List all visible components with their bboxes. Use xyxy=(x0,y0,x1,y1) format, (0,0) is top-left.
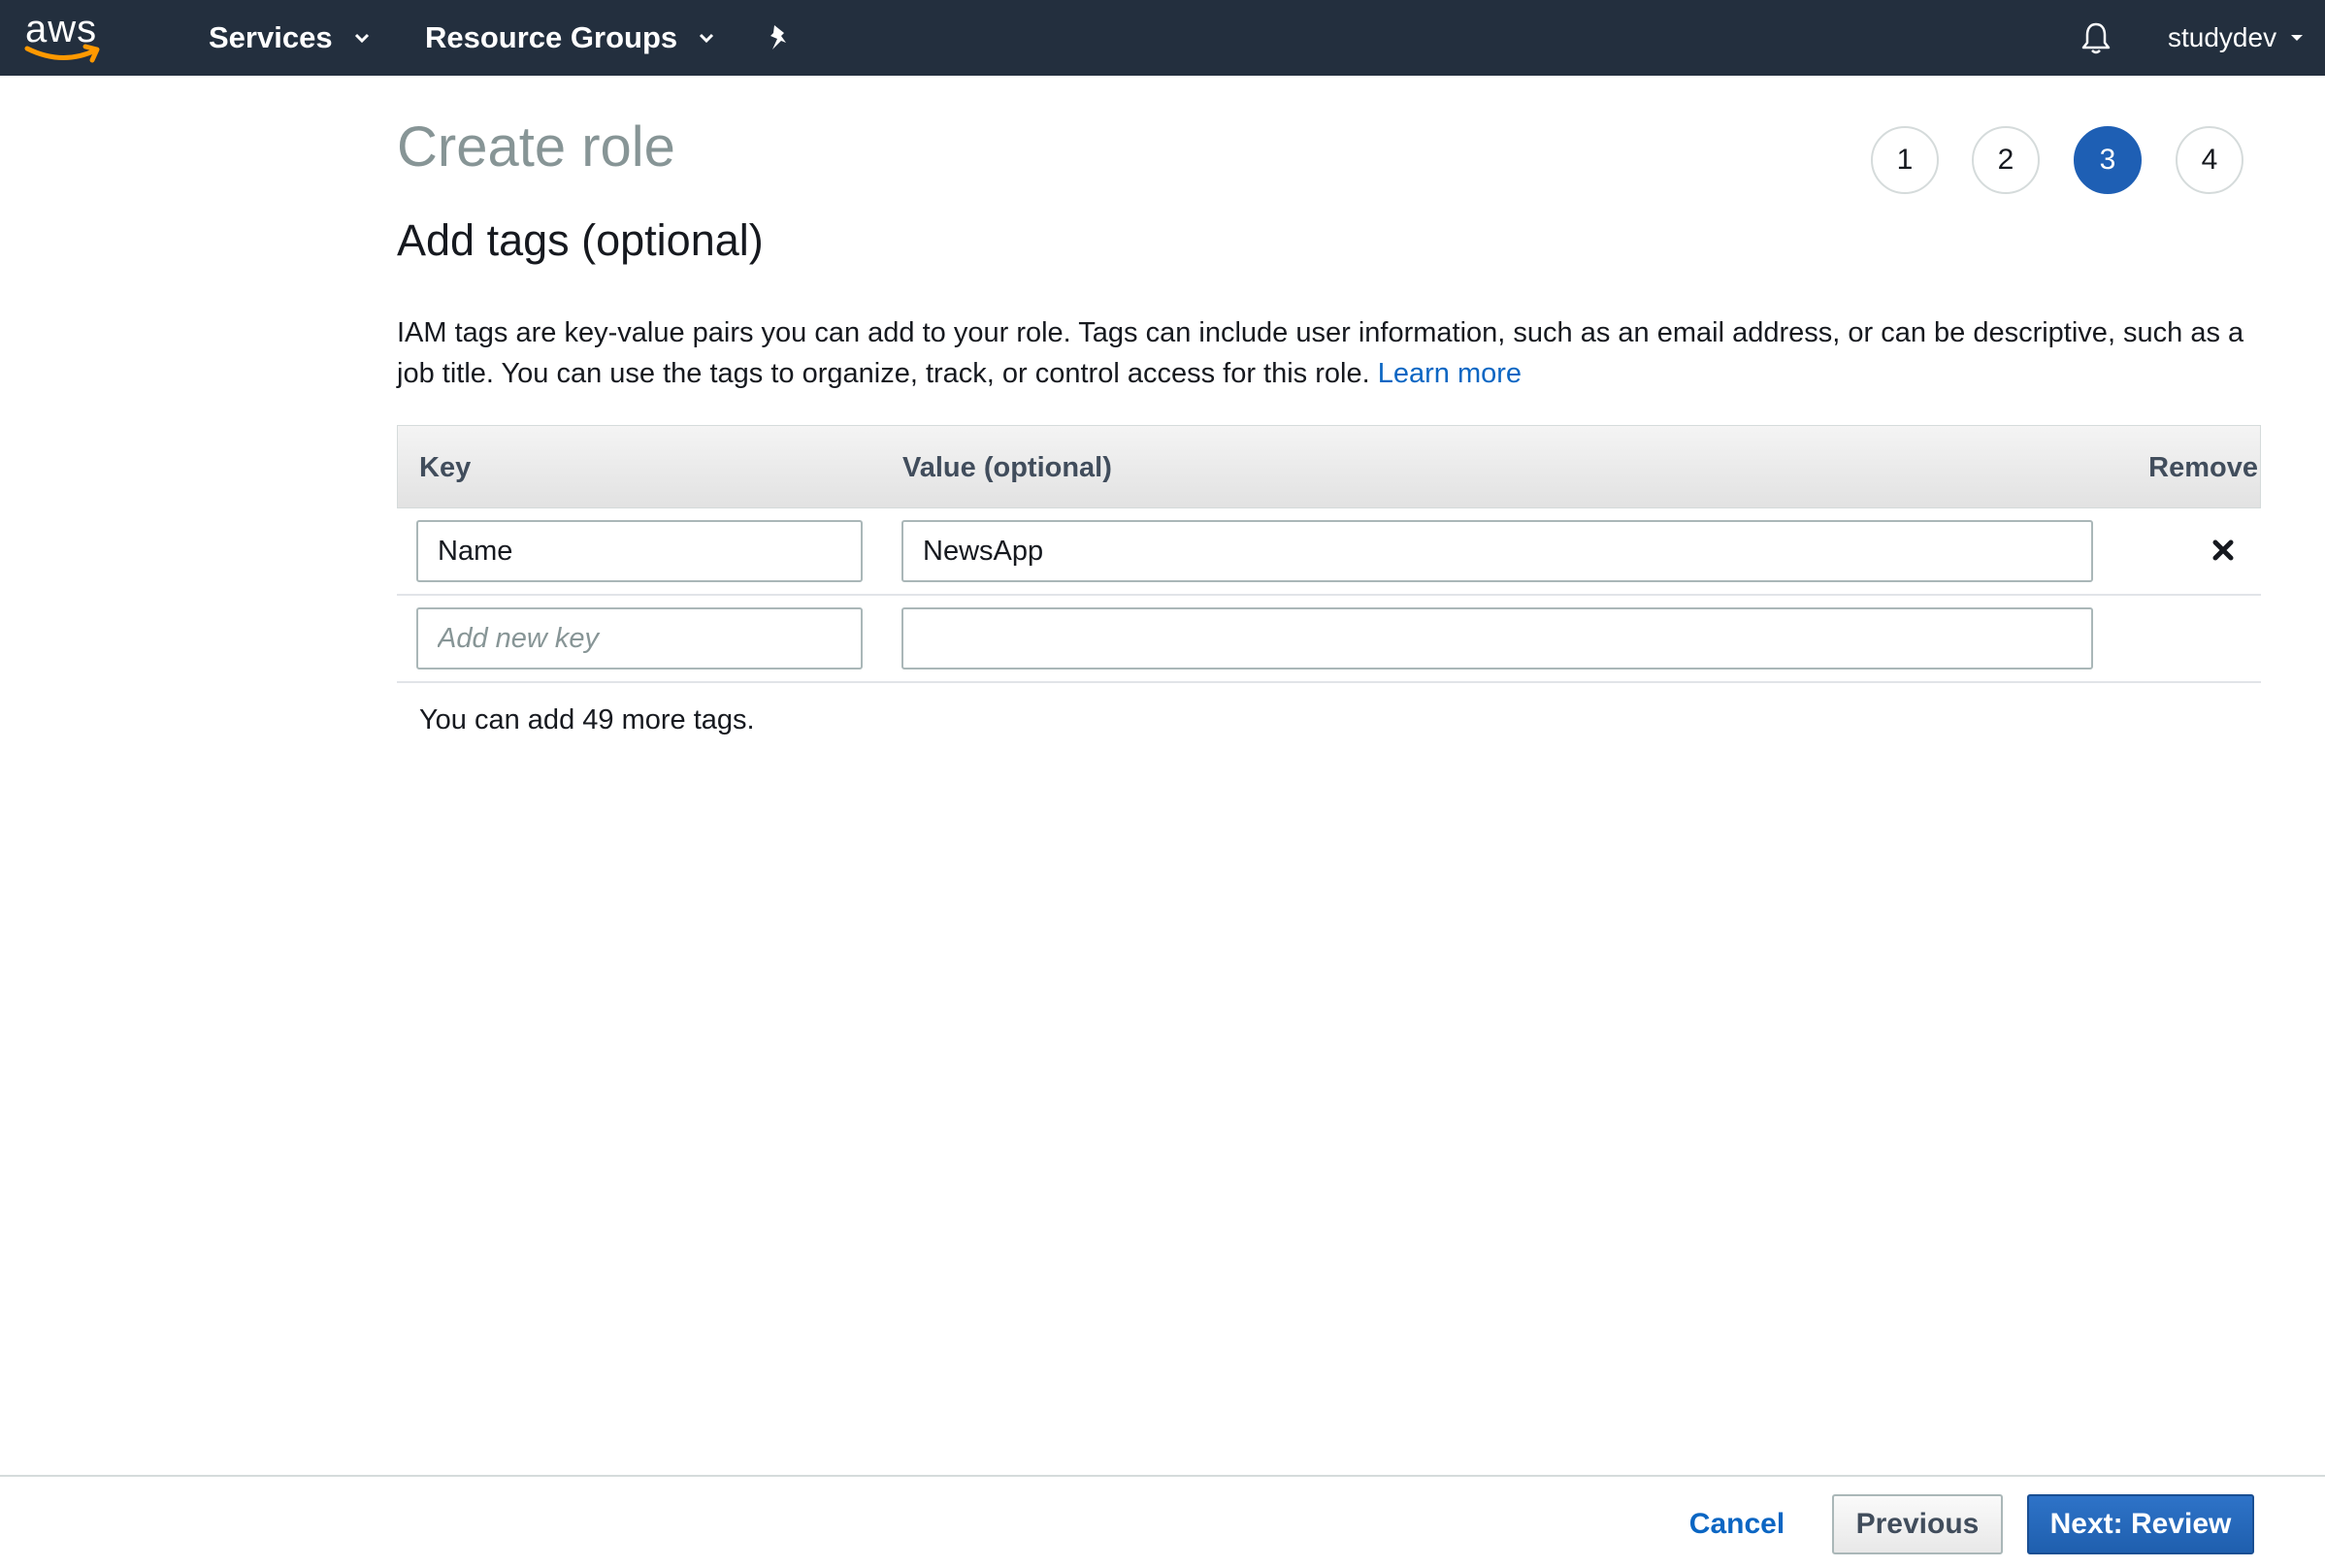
top-navigation-bar: aws Services Resource Groups studydev xyxy=(0,0,2325,76)
services-menu-label: Services xyxy=(209,20,333,54)
section-title: Add tags (optional) xyxy=(397,215,764,265)
wizard-footer: Cancel Previous Next: Review xyxy=(0,1475,2325,1568)
column-header-value: Value (optional) xyxy=(902,451,1112,483)
cancel-button[interactable]: Cancel xyxy=(1669,1494,1805,1554)
table-row xyxy=(397,508,2261,596)
wizard-step-1[interactable]: 1 xyxy=(1871,126,1939,194)
wizard-step-2[interactable]: 2 xyxy=(1972,126,2040,194)
caret-down-icon xyxy=(2291,35,2304,41)
previous-button[interactable]: Previous xyxy=(1832,1494,2003,1554)
account-username: studydev xyxy=(2168,22,2277,52)
tags-table: Key Value (optional) Remove xyxy=(397,425,2261,683)
tags-table-header: Key Value (optional) Remove xyxy=(397,425,2261,508)
bell-icon xyxy=(2081,22,2111,54)
tags-description-text: IAM tags are key-value pairs you can add… xyxy=(397,317,2244,389)
close-icon xyxy=(2212,539,2234,561)
wizard-step-3: 3 xyxy=(2074,126,2142,194)
services-menu[interactable]: Services xyxy=(209,0,370,76)
wizard-step-4: 4 xyxy=(2176,126,2243,194)
remaining-tags-text: You can add 49 more tags. xyxy=(419,704,755,735)
chevron-down-icon xyxy=(700,33,714,43)
table-row-new xyxy=(397,596,2261,683)
pin-button[interactable] xyxy=(765,0,792,76)
column-header-remove: Remove xyxy=(2148,451,2258,483)
remove-tag-button[interactable] xyxy=(2209,536,2238,565)
tags-description: IAM tags are key-value pairs you can add… xyxy=(397,312,2260,394)
resource-groups-menu-label: Resource Groups xyxy=(425,20,678,54)
resource-groups-menu[interactable]: Resource Groups xyxy=(425,0,714,76)
aws-smile-icon xyxy=(24,44,100,63)
new-tag-key-input[interactable] xyxy=(416,607,863,670)
column-header-key: Key xyxy=(419,451,472,483)
aws-logo[interactable]: aws xyxy=(23,8,107,66)
notifications-button[interactable] xyxy=(2079,0,2112,76)
chevron-down-icon xyxy=(354,33,369,43)
next-review-button[interactable]: Next: Review xyxy=(2027,1494,2254,1554)
pin-icon xyxy=(770,25,786,49)
account-menu[interactable]: studydev xyxy=(2168,0,2304,76)
tag-key-input[interactable] xyxy=(416,520,863,582)
new-tag-value-input[interactable] xyxy=(901,607,2093,670)
page-title: Create role xyxy=(397,115,675,179)
tag-value-input[interactable] xyxy=(901,520,2093,582)
learn-more-link[interactable]: Learn more xyxy=(1378,358,1522,389)
